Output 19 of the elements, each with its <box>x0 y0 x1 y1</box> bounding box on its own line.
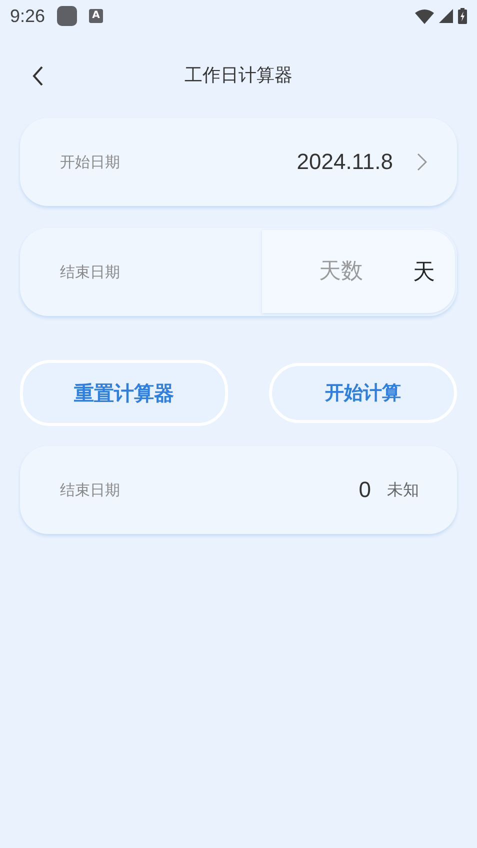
status-time: 9:26 <box>10 6 46 26</box>
wifi-icon <box>415 8 434 24</box>
start-date-card[interactable]: 开始日期 2024.11.8 <box>20 118 457 206</box>
field-label: 开始日期 <box>60 152 120 172</box>
battery-icon <box>458 8 467 24</box>
unit-label: 天 <box>413 258 435 286</box>
app-icon <box>57 6 78 26</box>
field-label: 结束日期 <box>60 480 120 500</box>
reset-button[interactable]: 重置计算器 <box>20 360 228 426</box>
field-label: 结束日期 <box>60 262 120 282</box>
signal-icon <box>439 9 453 23</box>
page-title: 工作日计算器 <box>184 64 292 87</box>
calculate-button[interactable]: 开始计算 <box>269 363 457 423</box>
chevron-icon <box>417 153 427 171</box>
notification-icon: A <box>89 9 104 23</box>
date-value: 2024.11.8 <box>296 149 393 175</box>
result-note: 未知 <box>387 480 420 500</box>
days-field[interactable]: 天数 <box>317 258 397 285</box>
result-value: 0 <box>358 477 371 503</box>
